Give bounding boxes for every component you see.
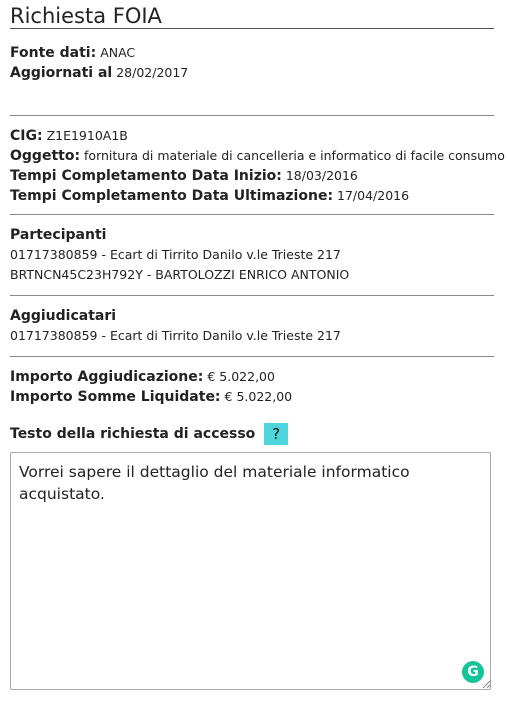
data-inizio-row: Tempi Completamento Data Inizio: 18/03/2…	[10, 166, 494, 186]
request-label-row: Testo della richiesta di accesso ?	[10, 423, 494, 445]
cig-label: CIG:	[10, 128, 43, 144]
page-title: Richiesta FOIA	[10, 0, 494, 29]
aggiudicatari-section: Aggiudicatari 01717380859 - Ecart di Tir…	[10, 295, 494, 346]
importo-liquidate-value: € 5.022,00	[224, 389, 293, 404]
aggiornati-label: Aggiornati al	[10, 65, 113, 81]
fonte-dati-row: Fonte dati: ANAC	[10, 43, 494, 63]
importo-liquidate-row: Importo Somme Liquidate: € 5.022,00	[10, 387, 494, 407]
data-inizio-value: 18/03/2016	[285, 168, 358, 183]
aggiornati-value: 28/02/2017	[116, 65, 189, 80]
partecipante-item: BRTNCN45C23H792Y - BARTOLOZZI ENRICO ANT…	[10, 267, 350, 282]
help-button[interactable]: ?	[264, 423, 289, 445]
partecipante-item: 01717380859 - Ecart di Tirrito Danilo v.…	[10, 247, 341, 262]
cig-value: Z1E1910A1B	[46, 128, 128, 143]
data-ultimazione-row: Tempi Completamento Data Ultimazione: 17…	[10, 186, 494, 206]
importo-liquidate-label: Importo Somme Liquidate:	[10, 389, 221, 405]
oggetto-label: Oggetto:	[10, 148, 81, 164]
oggetto-row: Oggetto: fornitura di materiale di cance…	[10, 146, 505, 166]
data-inizio-label: Tempi Completamento Data Inizio:	[10, 168, 282, 184]
aggiornati-row: Aggiornati al 28/02/2017	[10, 63, 494, 83]
grammarly-icon[interactable]: G	[462, 661, 484, 683]
request-label: Testo della richiesta di accesso	[10, 426, 256, 442]
fonte-dati-value: ANAC	[100, 45, 136, 60]
oggetto-value: fornitura di materiale di cancelleria e …	[84, 148, 505, 163]
importo-aggiudicazione-value: € 5.022,00	[207, 369, 275, 384]
resize-handle-icon[interactable]	[482, 680, 491, 689]
details-section: CIG: Z1E1910A1B Oggetto: fornitura di ma…	[10, 115, 505, 206]
aggiudicatari-heading: Aggiudicatari	[10, 308, 117, 324]
aggiudicatario-item: 01717380859 - Ecart di Tirrito Danilo v.…	[10, 328, 341, 343]
data-ultimazione-label: Tempi Completamento Data Ultimazione:	[10, 188, 334, 204]
partecipanti-section: Partecipanti 01717380859 - Ecart di Tirr…	[10, 214, 494, 285]
fonte-dati-label: Fonte dati:	[10, 45, 97, 61]
partecipanti-heading: Partecipanti	[10, 227, 107, 243]
foia-request-panel: Richiesta FOIA Fonte dati: ANAC Aggiorna…	[10, 0, 505, 445]
importi-section: Importo Aggiudicazione: € 5.022,00 Impor…	[10, 356, 494, 407]
importo-aggiudicazione-label: Importo Aggiudicazione:	[10, 369, 204, 385]
cig-row: CIG: Z1E1910A1B	[10, 126, 494, 146]
importo-aggiudicazione-row: Importo Aggiudicazione: € 5.022,00	[10, 367, 494, 387]
data-ultimazione-value: 17/04/2016	[337, 188, 410, 203]
request-textarea[interactable]: Vorrei sapere il dettaglio del materiale…	[10, 452, 491, 690]
